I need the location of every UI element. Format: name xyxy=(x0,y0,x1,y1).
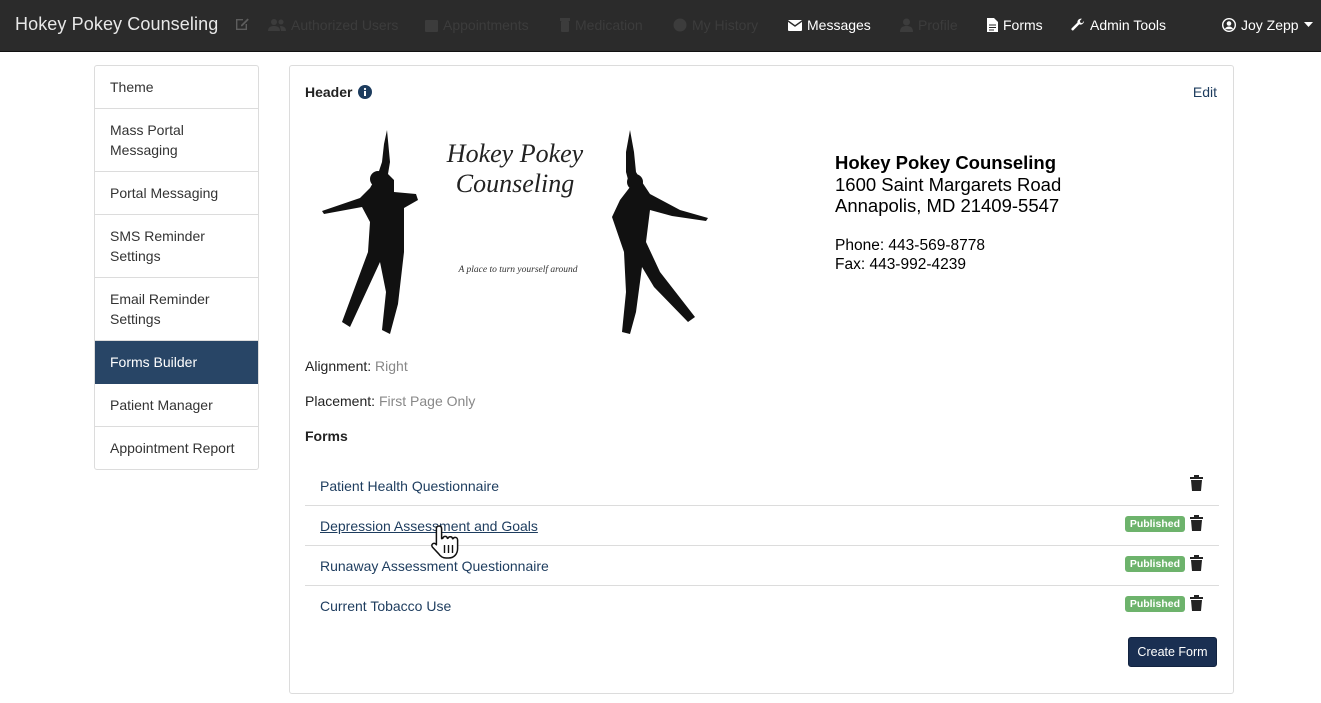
nav-appointments[interactable]: Appointments xyxy=(425,17,529,33)
header-section-title: Header xyxy=(305,84,373,100)
forms-builder-panel: Header Edit Hokey Pokey Counseling A pla… xyxy=(289,65,1234,694)
sidebar-item-mass-portal-messaging[interactable]: Mass Portal Messaging xyxy=(95,109,258,172)
placement-property: Placement: First Page Only xyxy=(305,393,475,409)
address-street: 1600 Saint Margarets Road xyxy=(835,174,1062,195)
sidebar-item-appointment-report[interactable]: Appointment Report xyxy=(95,427,258,469)
admin-sidebar: Theme Mass Portal Messaging Portal Messa… xyxy=(94,65,259,470)
top-navbar: Hokey Pokey Counseling Authorized Users … xyxy=(0,0,1321,52)
nav-label: Appointments xyxy=(443,17,529,33)
dancer-right-figure xyxy=(612,130,708,334)
edit-header-link[interactable]: Edit xyxy=(1193,84,1217,100)
list-item: Depression Assessment and Goals Publishe… xyxy=(305,506,1219,546)
edit-icon[interactable] xyxy=(234,16,250,32)
nav-label: Profile xyxy=(918,17,958,33)
nav-profile[interactable]: Profile xyxy=(900,17,958,33)
published-badge: Published xyxy=(1124,516,1185,532)
nav-label: Messages xyxy=(807,17,871,33)
nav-admin-tools[interactable]: Admin Tools xyxy=(1071,17,1166,33)
form-link[interactable]: Runaway Assessment Questionnaire xyxy=(320,558,549,574)
forms-list: Patient Health Questionnaire Depression … xyxy=(305,466,1219,626)
practice-phone: Phone: 443-569-8778 xyxy=(835,237,985,254)
logo-text-line2: Counseling xyxy=(456,169,574,198)
dancer-left-figure xyxy=(322,130,418,334)
sidebar-item-patient-manager[interactable]: Patient Manager xyxy=(95,384,258,427)
form-link[interactable]: Depression Assessment and Goals xyxy=(320,518,538,534)
trash-icon[interactable] xyxy=(1190,475,1203,491)
info-icon[interactable] xyxy=(358,85,373,99)
sidebar-item-forms-builder[interactable]: Forms Builder xyxy=(95,341,258,384)
header-title-text: Header xyxy=(305,84,353,100)
user-circle-icon xyxy=(1222,18,1236,32)
wrench-icon xyxy=(1071,18,1084,31)
user-icon xyxy=(900,18,913,32)
document-icon xyxy=(987,18,998,32)
alignment-label: Alignment: xyxy=(305,358,372,374)
brand-title[interactable]: Hokey Pokey Counseling xyxy=(15,14,218,35)
trash-icon[interactable] xyxy=(1190,595,1203,611)
create-form-button[interactable]: Create Form xyxy=(1128,637,1217,667)
nav-messages[interactable]: Messages xyxy=(788,17,871,33)
alignment-property: Alignment: Right xyxy=(305,358,408,374)
practice-logo: Hokey Pokey Counseling A place to turn y… xyxy=(322,130,708,334)
list-item: Current Tobacco Use Published xyxy=(305,586,1219,626)
sidebar-item-portal-messaging[interactable]: Portal Messaging xyxy=(95,172,258,215)
nav-medication[interactable]: Medication xyxy=(560,17,643,33)
placement-value: First Page Only xyxy=(378,393,476,409)
user-menu[interactable]: Joy Zepp xyxy=(1222,17,1313,33)
calendar-icon xyxy=(425,20,438,32)
list-item: Patient Health Questionnaire xyxy=(305,466,1219,506)
published-badge: Published xyxy=(1124,596,1185,612)
nav-label: Admin Tools xyxy=(1090,17,1167,33)
envelope-icon xyxy=(788,19,802,31)
sidebar-item-sms-reminder-settings[interactable]: SMS Reminder Settings xyxy=(95,215,258,278)
user-name: Joy Zepp xyxy=(1241,17,1299,33)
nav-my-history[interactable]: My History xyxy=(673,17,758,33)
placement-label: Placement: xyxy=(305,393,376,409)
practice-name: Hokey Pokey Counseling xyxy=(835,152,1057,173)
practice-address: Hokey Pokey Counseling 1600 Saint Margar… xyxy=(835,152,1061,274)
nav-label: My History xyxy=(692,17,759,33)
trash-icon[interactable] xyxy=(1190,515,1203,531)
practice-fax: Fax: 443-992-4239 xyxy=(835,256,966,273)
nav-authorized-users[interactable]: Authorized Users xyxy=(268,17,398,33)
nav-label: Medication xyxy=(575,17,643,33)
trash-icon[interactable] xyxy=(1190,555,1203,571)
list-item: Runaway Assessment Questionnaire Publish… xyxy=(305,546,1219,586)
published-badge: Published xyxy=(1124,556,1185,572)
sidebar-item-email-reminder-settings[interactable]: Email Reminder Settings xyxy=(95,278,258,341)
medication-icon xyxy=(560,18,570,32)
form-link[interactable]: Patient Health Questionnaire xyxy=(320,478,499,494)
history-icon xyxy=(673,18,687,32)
logo-text-line1: Hokey Pokey xyxy=(446,139,584,168)
nav-forms[interactable]: Forms xyxy=(987,17,1043,33)
nav-label: Authorized Users xyxy=(291,17,399,33)
forms-heading: Forms xyxy=(305,428,348,444)
logo-tagline: A place to turn yourself around xyxy=(457,264,577,275)
address-city: Annapolis, MD 21409-5547 xyxy=(835,195,1060,216)
form-link[interactable]: Current Tobacco Use xyxy=(320,598,451,614)
alignment-value: Right xyxy=(375,358,408,374)
nav-label: Forms xyxy=(1003,17,1043,33)
sidebar-item-theme[interactable]: Theme xyxy=(95,66,258,109)
users-icon xyxy=(268,19,286,31)
caret-down-icon xyxy=(1303,22,1313,27)
